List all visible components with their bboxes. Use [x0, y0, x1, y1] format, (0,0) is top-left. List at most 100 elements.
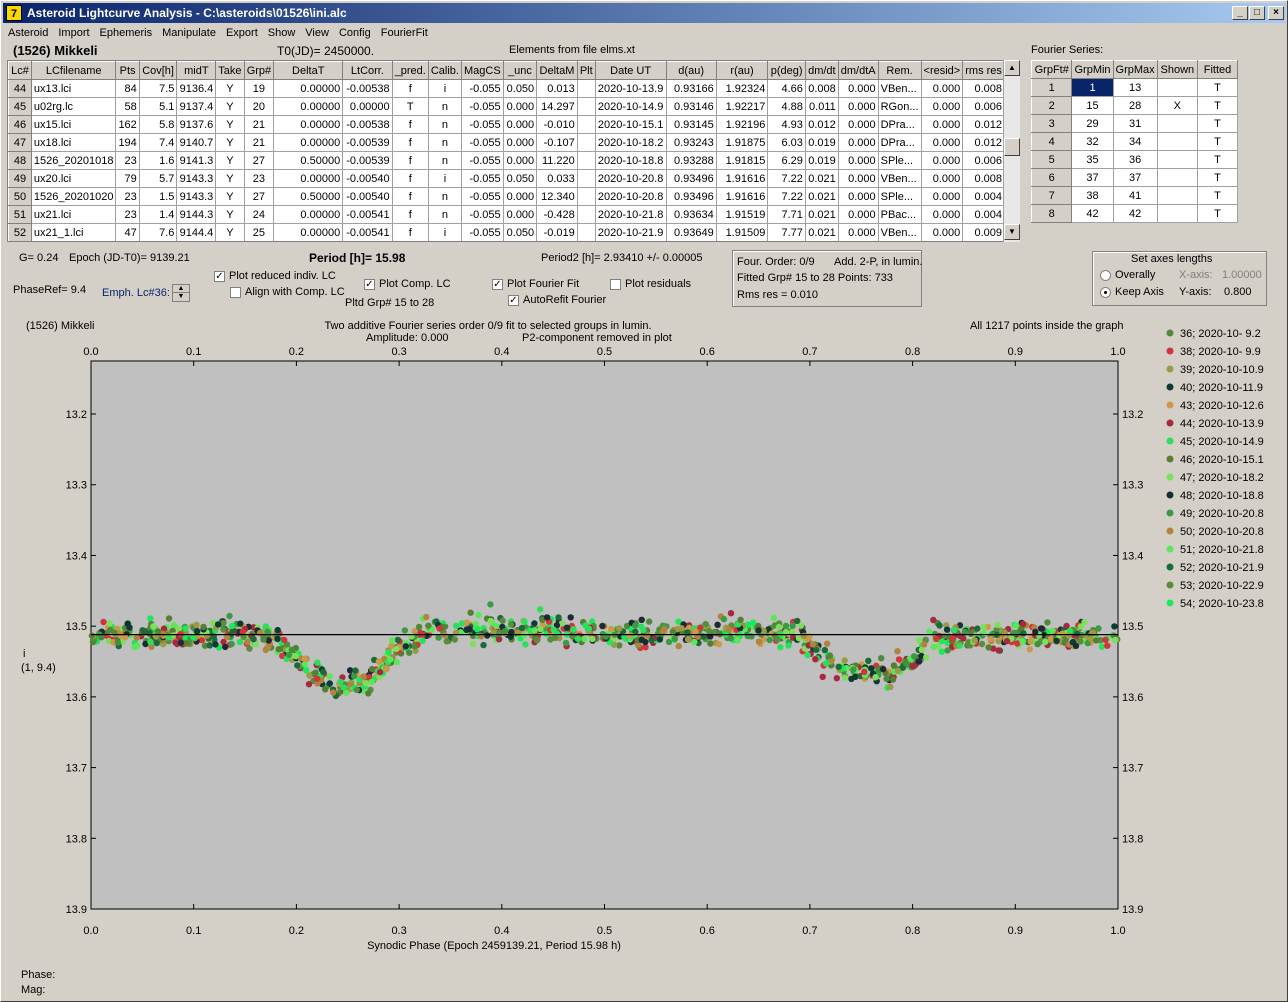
column-header[interactable]: Take [215, 61, 245, 80]
table-cell[interactable]: 0.009 [962, 223, 1005, 241]
table-cell[interactable]: Y [215, 79, 245, 98]
table-cell[interactable]: 2020-10-15.1 [594, 115, 667, 134]
table-cell[interactable]: T [391, 97, 429, 116]
table-cell[interactable]: 45 [8, 97, 32, 116]
fs-row[interactable]: 3 29 31 T [1031, 114, 1238, 133]
column-header[interactable]: _pred. [391, 61, 429, 80]
table-cell[interactable]: 1.92217 [715, 97, 769, 116]
table-cell[interactable]: 0.000 [920, 79, 964, 98]
table-cell[interactable]: 9143.3 [176, 169, 217, 188]
table-cell[interactable]: 5.8 [138, 115, 178, 134]
table-cell[interactable]: 23 [115, 151, 140, 170]
column-header[interactable]: dm/dt [804, 61, 839, 80]
fs-cell[interactable]: 4 [1031, 132, 1073, 151]
table-cell[interactable]: 48 [8, 151, 32, 170]
table-cell[interactable]: SPle... [877, 151, 922, 170]
table-cell[interactable]: 44 [8, 79, 32, 98]
table-cell[interactable]: VBen... [877, 79, 922, 98]
table-cell[interactable]: 51 [8, 205, 32, 224]
table-cell[interactable]: SPle... [877, 187, 922, 206]
fs-cell[interactable]: T [1196, 186, 1238, 205]
fs-cell[interactable] [1156, 150, 1198, 169]
fs-row[interactable]: 5 35 36 T [1031, 150, 1238, 169]
table-cell[interactable]: 0.006 [962, 97, 1005, 116]
table-cell[interactable]: 50 [8, 187, 32, 206]
menu-view[interactable]: View [300, 24, 334, 42]
column-header[interactable]: rms res [962, 61, 1005, 80]
table-cell[interactable]: 2020-10-21.9 [594, 223, 667, 241]
table-cell[interactable]: 9141.3 [176, 151, 217, 170]
table-cell[interactable]: 14.297 [536, 97, 578, 116]
table-cell[interactable]: 0.00000 [342, 97, 393, 116]
table-row[interactable]: 48 1526_20201018 23 1.6 9141.3 Y 27 0.50000 -0.0… [8, 151, 1005, 170]
fs-cell[interactable] [1156, 78, 1198, 97]
keep-axis-radio[interactable]: Keep Axis [1100, 286, 1164, 298]
table-cell[interactable]: 0.012 [962, 133, 1005, 152]
column-header[interactable]: DeltaT [273, 61, 344, 80]
table-cell[interactable]: ux18.lci [30, 133, 117, 152]
table-cell[interactable]: 49 [8, 169, 32, 188]
table-cell[interactable]: 0.93288 [665, 151, 717, 170]
table-cell[interactable]: 0.93496 [665, 187, 717, 206]
table-cell[interactable]: 0.019 [804, 151, 839, 170]
table-cell[interactable]: 0.00000 [273, 79, 344, 98]
table-cell[interactable]: 0.93146 [665, 97, 717, 116]
table-cell[interactable]: 0.000 [502, 97, 538, 116]
table-cell[interactable]: DPra... [877, 115, 922, 134]
plot-comp-checkbox[interactable]: ✓ Plot Comp. LC [364, 278, 451, 290]
table-cell[interactable]: -0.019 [536, 223, 578, 241]
table-cell[interactable]: 84 [115, 79, 140, 98]
table-cell[interactable]: f [391, 223, 429, 241]
table-cell[interactable]: n [427, 151, 462, 170]
table-cell[interactable]: 0.050 [502, 169, 538, 188]
table-cell[interactable]: VBen... [877, 223, 922, 241]
fs-cell[interactable]: 8 [1031, 204, 1073, 223]
table-cell[interactable]: 0.000 [502, 151, 538, 170]
fs-column-header[interactable]: Shown [1156, 60, 1198, 79]
lightcurve-plot[interactable]: (1526) Mikkeli Two additive Fourier serie… [20, 315, 1268, 958]
table-cell[interactable]: 0.00000 [273, 205, 344, 224]
table-cell[interactable]: 0.000 [837, 133, 879, 152]
table-cell[interactable]: 1.92196 [715, 115, 769, 134]
table-cell[interactable]: Y [215, 97, 245, 116]
table-cell[interactable] [576, 115, 596, 134]
table-cell[interactable]: 0.021 [804, 169, 839, 188]
table-cell[interactable]: 1.91875 [715, 133, 769, 152]
fs-cell[interactable]: 37 [1071, 168, 1114, 187]
table-cell[interactable]: 11.220 [536, 151, 578, 170]
table-cell[interactable]: 47 [8, 133, 32, 152]
table-cell[interactable]: 0.011 [804, 97, 839, 116]
table-cell[interactable]: 0.012 [804, 115, 839, 134]
table-cell[interactable]: 4.66 [767, 79, 806, 98]
table-cell[interactable]: 4.88 [767, 97, 806, 116]
table-cell[interactable]: RGon... [877, 97, 922, 116]
fs-column-header[interactable]: GrpFt# [1031, 60, 1073, 79]
table-cell[interactable]: Y [215, 169, 245, 188]
table-cell[interactable]: n [427, 187, 462, 206]
menu-manipulate[interactable]: Manipulate [157, 24, 221, 42]
fs-cell[interactable]: 31 [1112, 114, 1158, 133]
fs-cell[interactable]: 15 [1071, 96, 1114, 115]
fs-cell[interactable]: 1 [1071, 78, 1114, 97]
table-cell[interactable]: 7.22 [767, 187, 806, 206]
table-cell[interactable]: -0.055 [460, 223, 504, 241]
fs-cell[interactable]: 29 [1071, 114, 1114, 133]
fs-cell[interactable] [1156, 168, 1198, 187]
fs-cell[interactable]: 5 [1031, 150, 1073, 169]
table-cell[interactable]: 9137.4 [176, 97, 217, 116]
table-cell[interactable]: 0.000 [837, 187, 879, 206]
table-cell[interactable]: -0.00541 [342, 223, 393, 241]
fs-cell[interactable]: 28 [1112, 96, 1158, 115]
column-header[interactable]: Calib. [427, 61, 462, 80]
table-cell[interactable]: -0.055 [460, 133, 504, 152]
fs-cell[interactable]: 7 [1031, 186, 1073, 205]
column-header[interactable]: Grp# [243, 61, 275, 80]
scroll-thumb[interactable] [1004, 138, 1020, 156]
table-row[interactable]: 50 1526_20201020 23 1.5 9143.3 Y 27 0.50000 -0.0… [8, 187, 1005, 206]
fs-row[interactable]: 7 38 41 T [1031, 186, 1238, 205]
table-cell[interactable]: ux13.lci [30, 79, 117, 98]
table-cell[interactable]: -0.055 [460, 115, 504, 134]
column-header[interactable]: <resid> [920, 61, 964, 80]
table-cell[interactable]: 21 [243, 115, 275, 134]
yaxis-value[interactable]: 0.800 [1224, 286, 1252, 298]
